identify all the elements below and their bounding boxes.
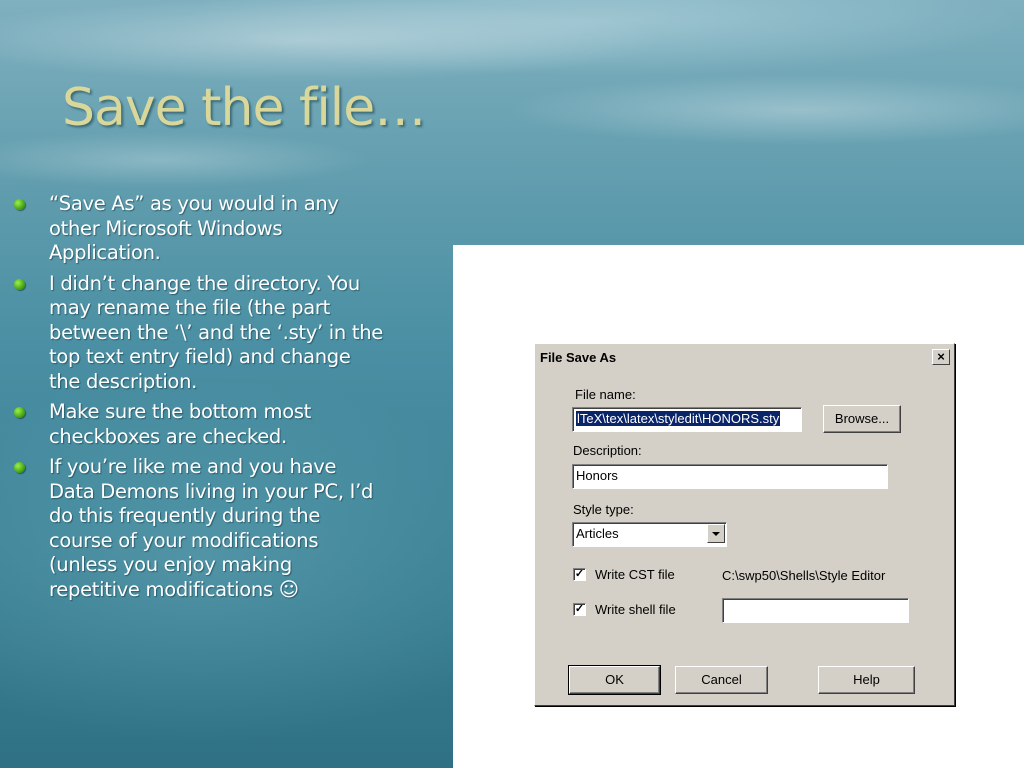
ok-button[interactable]: OK [568,665,661,695]
dialog-titlebar[interactable]: File Save As × [537,346,952,368]
file-name-label: File name: [575,387,636,402]
description-input[interactable]: Honors [572,464,888,489]
write-shell-checkbox[interactable]: ✓ [573,603,586,616]
bullet-dot-icon [14,462,25,473]
slide-title: Save the file… [62,78,426,138]
bullet-dot-icon [14,278,25,290]
close-button[interactable]: × [932,349,950,365]
file-name-value: lTeX\tex\latex\styledit\HONORS.sty [576,411,781,426]
bullet-item: I didn’t change the directory. You may r… [12,272,384,395]
close-icon: × [937,349,945,364]
file-name-input[interactable]: lTeX\tex\latex\styledit\HONORS.sty [572,407,802,432]
bullet-text: “Save As” as you would in any other Micr… [49,192,339,264]
bullet-item: If you’re like me and you have Data Demo… [12,455,384,602]
style-type-select[interactable]: Articles [572,522,727,547]
bullet-item: “Save As” as you would in any other Micr… [12,192,384,266]
cancel-button[interactable]: Cancel [675,666,768,694]
cst-path-text: C:\swp50\Shells\Style Editor [722,568,886,583]
browse-button[interactable]: Browse... [823,405,901,433]
bullet-text: Make sure the bottom most checkboxes are… [49,400,312,448]
write-cst-checkbox[interactable]: ✓ [573,568,586,581]
bullet-dot-icon [14,199,25,210]
bullet-item: Make sure the bottom most checkboxes are… [12,400,384,449]
checkmark-icon: ✓ [574,568,585,580]
file-save-as-dialog: File Save As × File name: lTeX\tex\latex… [534,343,955,706]
dialog-title: File Save As [540,350,617,365]
help-button[interactable]: Help [818,666,915,694]
chevron-down-icon[interactable] [707,524,725,543]
bullet-dot-icon [14,407,25,418]
bullet-list: “Save As” as you would in any other Micr… [12,192,384,608]
checkmark-icon: ✓ [574,603,585,615]
style-type-label: Style type: [573,502,634,517]
bullet-text: I didn’t change the directory. You may r… [49,271,383,393]
style-type-value: Articles [576,526,619,541]
description-label: Description: [573,443,642,458]
bullet-text: If you’re like me and you have Data Demo… [49,455,374,601]
write-cst-label: Write CST file [595,567,675,582]
shell-path-input[interactable] [722,598,909,623]
write-shell-label: Write shell file [595,602,676,617]
